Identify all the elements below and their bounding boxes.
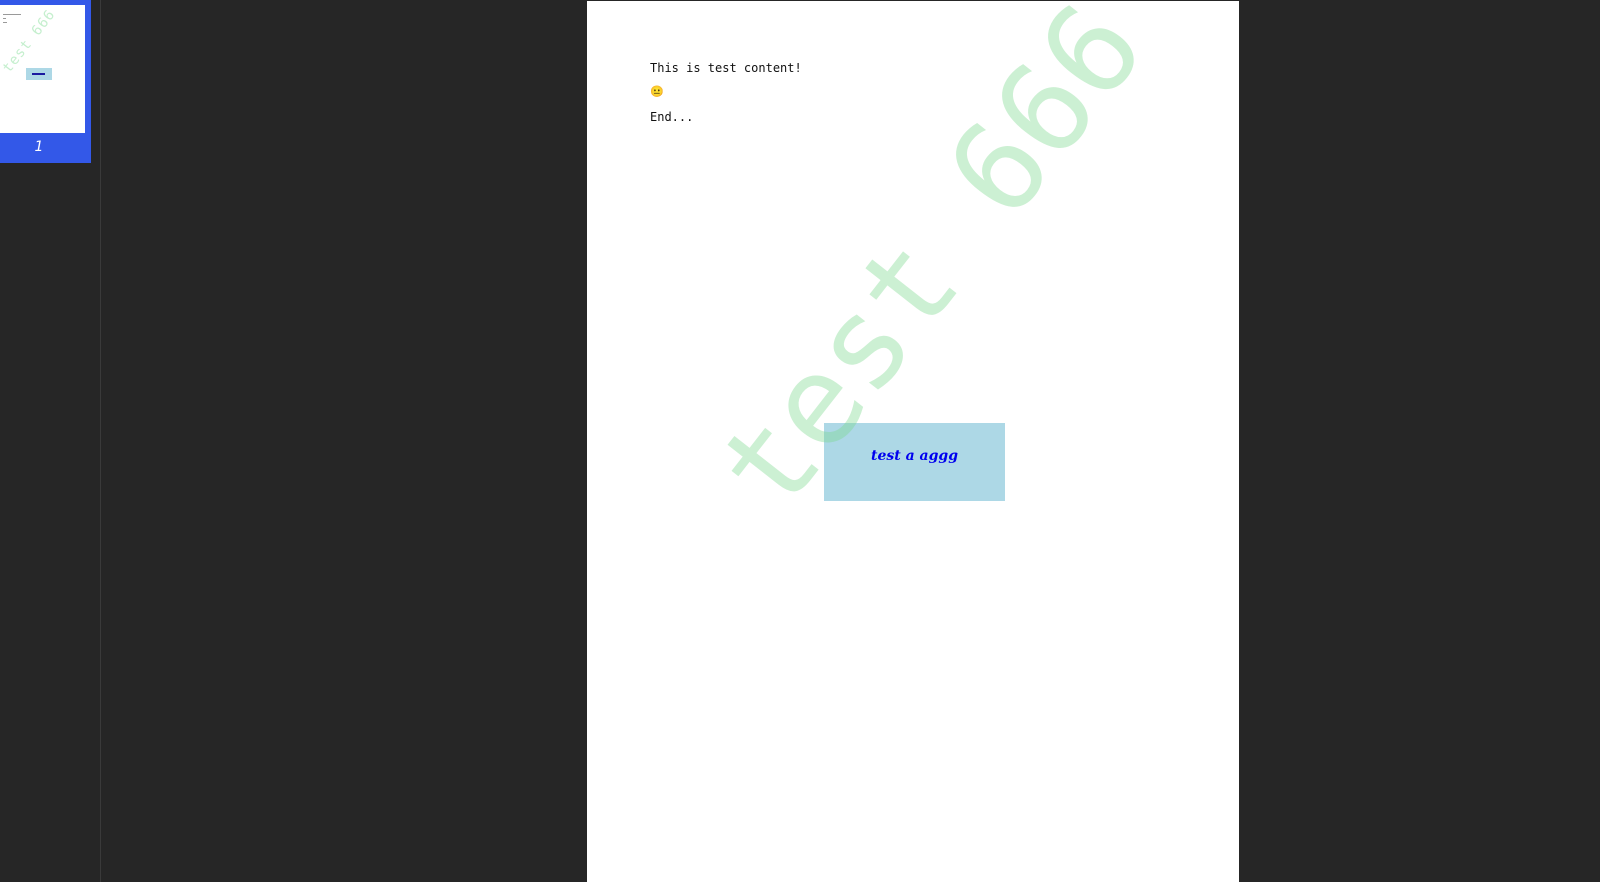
content-line-1: This is test content! [650,61,802,75]
thumbnail-preview: test 666 [0,5,85,133]
thumbnail-text-line [3,18,6,19]
document-page[interactable]: This is test content! 😐 End... test a ag… [587,1,1239,882]
thumbnail-text-line [3,14,21,15]
thumbnail-page-number: 1 [34,139,44,155]
document-viewer[interactable]: This is test content! 😐 End... test a ag… [101,0,1600,882]
thumbnail-text-box-label [32,73,45,75]
content-line-3: End... [650,110,694,124]
text-box: test a aggg [824,423,1005,501]
content-emoji: 😐 [650,85,664,98]
thumbnail-page-1[interactable]: test 666 1 [0,0,91,163]
thumbnail-watermark: test 666 [0,6,59,76]
thumbnail-text-line [3,22,7,23]
thumbnail-sidebar: test 666 1 [0,0,101,882]
text-box-label: test a aggg [871,448,958,464]
